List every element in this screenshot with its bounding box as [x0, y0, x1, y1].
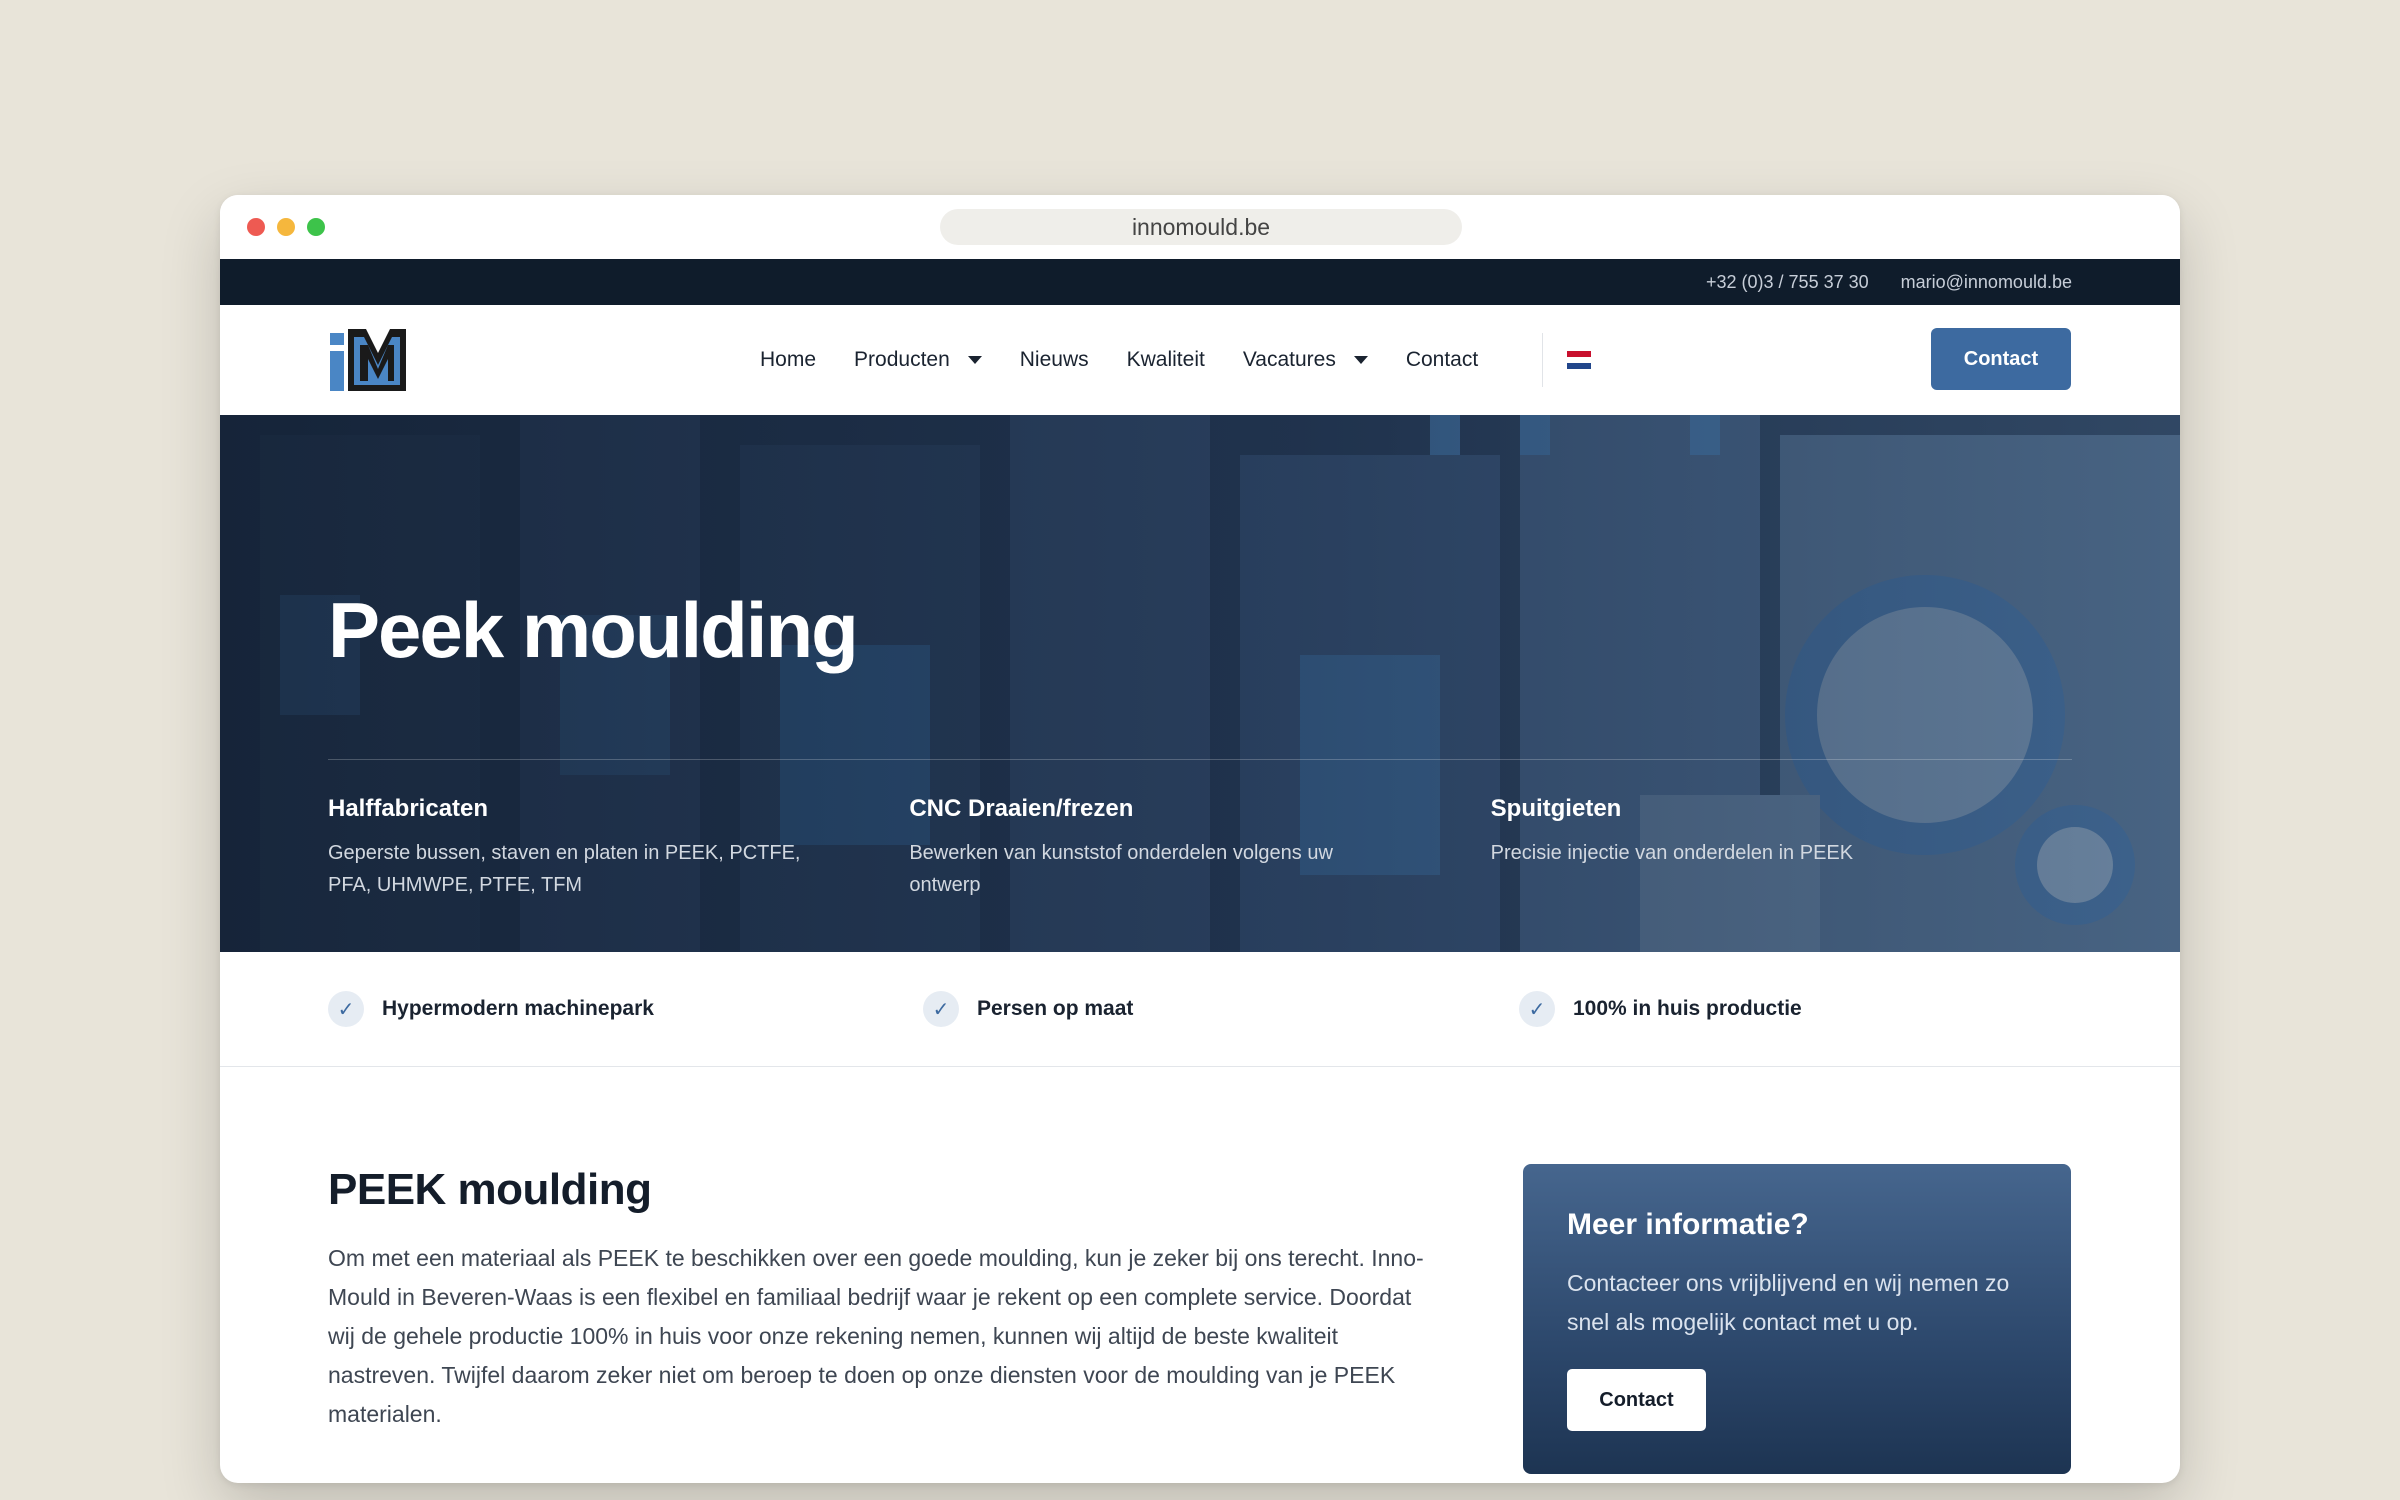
service-title: CNC Draaien/frezen [909, 795, 1134, 822]
check-icon: ✓ [328, 991, 364, 1027]
caret-down-icon [1353, 356, 1368, 364]
innomould-logo[interactable] [328, 325, 408, 395]
minimize-window-button[interactable] [277, 218, 295, 236]
hero-service-columns: Halffabricaten Geperste bussen, staven e… [328, 795, 2072, 901]
service-description: Precisie injectie van onderdelen in PEEK [1490, 842, 1854, 864]
main-navigation: Home Producten Nieuws Kwaliteit Vacature… [220, 305, 2180, 415]
phone-link[interactable]: +32 (0)3 / 755 37 30 [1706, 272, 1869, 293]
nav-item-nieuws[interactable]: Nieuws [1020, 348, 1089, 372]
content-body: Om met een materiaal als PEEK te beschik… [328, 1245, 1424, 1427]
info-card: Meer informatie? Contacteer ons vrijblij… [1523, 1164, 2071, 1474]
hero-title: Peek moulding [328, 586, 859, 674]
caret-down-icon [967, 356, 982, 364]
address-bar[interactable]: innomould.be [940, 209, 1462, 245]
nav-divider [1542, 333, 1543, 387]
feature-item: ✓ Persen op maat [923, 991, 1133, 1027]
service-cnc[interactable]: CNC Draaien/frezen Bewerken van kunststo… [909, 795, 1490, 901]
browser-window: innomould.be +32 (0)3 / 755 37 30 mario@… [220, 195, 2180, 1483]
nav-menu: Home Producten Nieuws Kwaliteit Vacature… [760, 305, 1478, 415]
content-title: PEEK moulding [328, 1165, 652, 1214]
feature-label: Persen op maat [977, 997, 1134, 1020]
content-section: PEEK moulding Om met een materiaal als P… [220, 1067, 2180, 1483]
netherlands-flag-icon[interactable] [1567, 351, 1591, 369]
top-info-bar: +32 (0)3 / 755 37 30 mario@innomould.be [220, 259, 2180, 305]
browser-chrome: innomould.be [220, 195, 2180, 259]
feature-item: ✓ 100% in huis productie [1519, 991, 1802, 1027]
feature-label: 100% in huis productie [1573, 997, 1802, 1020]
nav-contact-button[interactable]: Contact [1931, 328, 2071, 390]
service-description: Bewerken van kunststof onderdelen volgen… [909, 842, 1333, 896]
hero-section: Peek moulding Halffabricaten Geperste bu… [220, 415, 2180, 952]
info-card-contact-button[interactable]: Contact [1567, 1369, 1706, 1431]
email-link[interactable]: mario@innomould.be [1901, 272, 2072, 293]
nav-item-kwaliteit[interactable]: Kwaliteit [1127, 348, 1205, 372]
service-title: Spuitgieten [1490, 795, 1622, 822]
service-description: Geperste bussen, staven en platen in PEE… [328, 842, 801, 896]
nav-item-home[interactable]: Home [760, 348, 816, 372]
close-window-button[interactable] [247, 218, 265, 236]
maximize-window-button[interactable] [307, 218, 325, 236]
service-title: Halffabricaten [328, 795, 489, 822]
features-strip: ✓ Hypermodern machinepark ✓ Persen op ma… [220, 952, 2180, 1067]
feature-item: ✓ Hypermodern machinepark [328, 991, 654, 1027]
info-card-text: Contacteer ons vrijblijvend en wij nemen… [1567, 1270, 2010, 1335]
check-icon: ✓ [1519, 991, 1555, 1027]
nav-item-contact[interactable]: Contact [1406, 348, 1478, 372]
info-card-title: Meer informatie? [1567, 1208, 1809, 1241]
check-icon: ✓ [923, 991, 959, 1027]
feature-label: Hypermodern machinepark [382, 997, 654, 1020]
service-spuitgieten[interactable]: Spuitgieten Precisie injectie van onderd… [1491, 795, 2072, 901]
hero-divider [328, 759, 2072, 760]
nav-item-producten[interactable]: Producten [854, 348, 982, 372]
nav-item-vacatures[interactable]: Vacatures [1243, 348, 1368, 372]
service-halffabricaten[interactable]: Halffabricaten Geperste bussen, staven e… [328, 795, 909, 901]
